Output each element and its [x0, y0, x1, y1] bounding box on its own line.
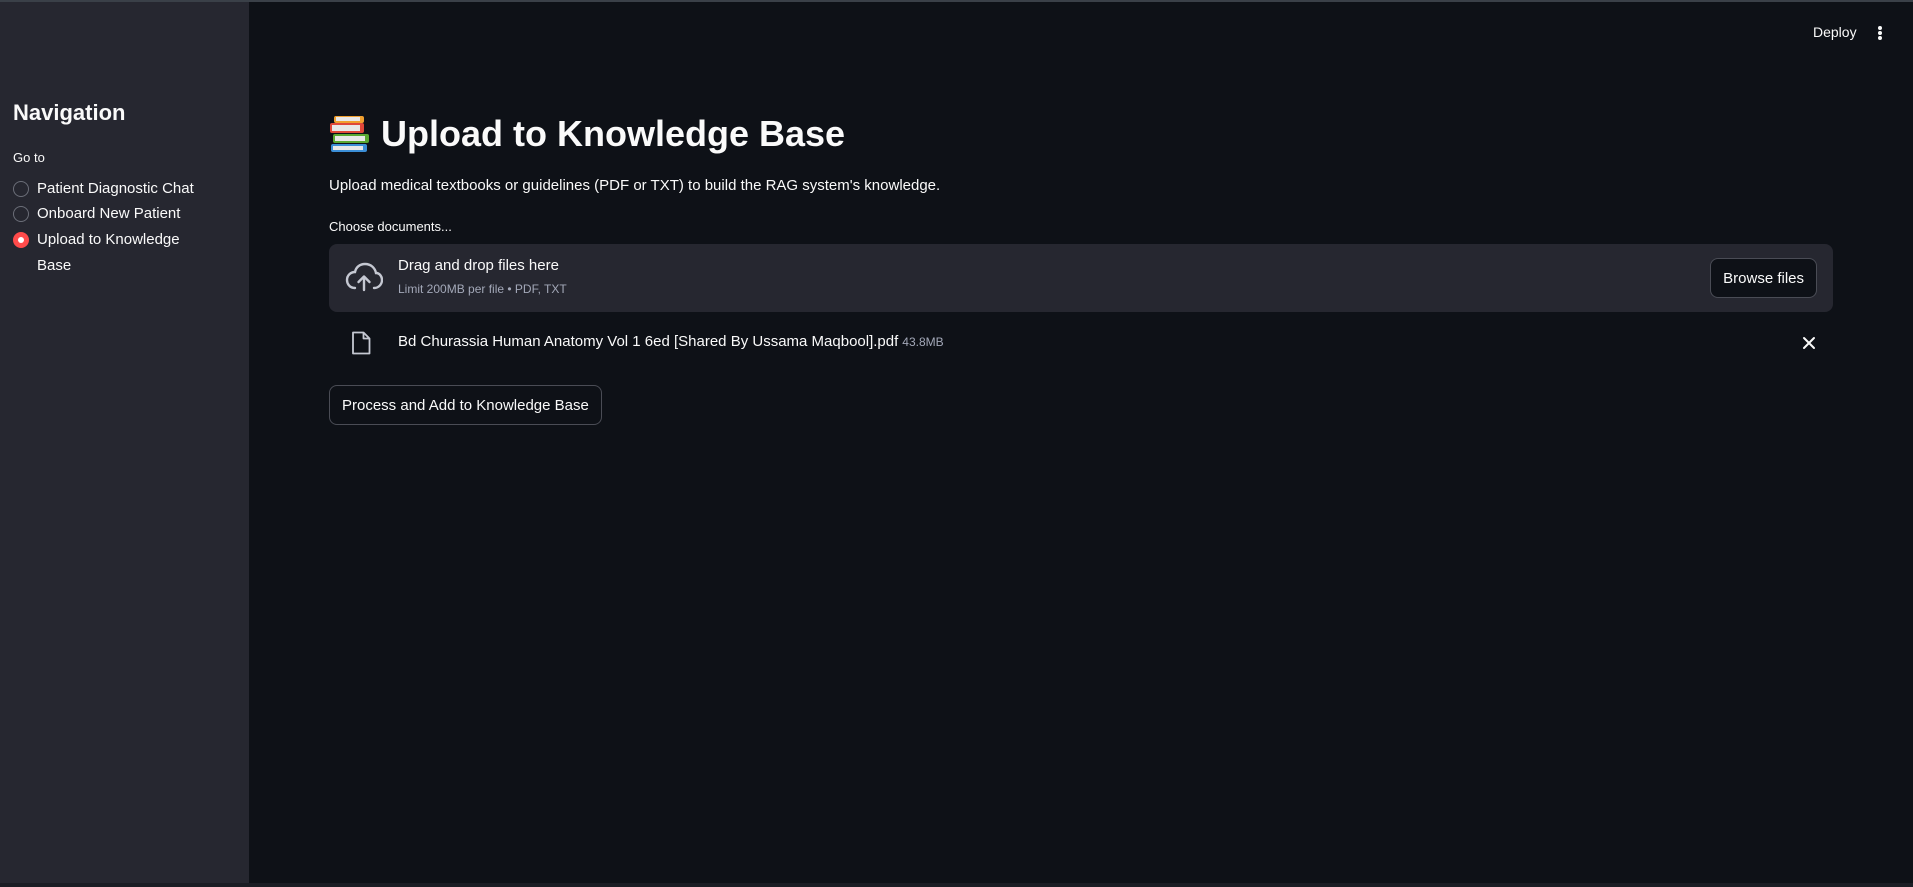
page-title-text: Upload to Knowledge Base: [381, 113, 846, 154]
sidebar-item-label: Patient Diagnostic Chat: [37, 180, 194, 197]
radio-group-label: Go to: [13, 150, 45, 165]
page-title: Upload to Knowledge Base: [329, 113, 845, 155]
cloud-upload-icon: [345, 262, 383, 292]
uploaded-file-item: Bd Churassia Human Anatomy Vol 1 6ed [Sh…: [329, 326, 1833, 362]
sidebar-item-label: Upload to Knowledge Base: [37, 231, 180, 274]
bottom-border: [0, 883, 1913, 887]
radio-button-icon[interactable]: [13, 206, 29, 222]
books-icon: [330, 116, 369, 152]
uploader-label: Choose documents...: [329, 219, 452, 234]
file-dropzone[interactable]: Drag and drop files here Limit 200MB per…: [329, 244, 1833, 312]
kebab-menu-icon[interactable]: [1872, 24, 1888, 42]
sidebar-item-onboard-new-patient[interactable]: Onboard New Patient: [13, 204, 203, 227]
deploy-button[interactable]: Deploy: [1813, 24, 1857, 40]
file-icon: [352, 331, 371, 355]
file-name-container: Bd Churassia Human Anatomy Vol 1 6ed [Sh…: [398, 333, 944, 350]
radio-button-selected-icon[interactable]: [13, 232, 29, 248]
sidebar: Navigation Go to Patient Diagnostic Chat…: [0, 2, 249, 883]
sidebar-item-upload-knowledge-base[interactable]: Upload to Knowledge Base: [13, 230, 193, 279]
sidebar-item-patient-diagnostic-chat[interactable]: Patient Diagnostic Chat: [13, 179, 203, 202]
sidebar-title: Navigation: [13, 100, 126, 125]
file-name: Bd Churassia Human Anatomy Vol 1 6ed [Sh…: [398, 333, 899, 350]
process-add-to-knowledge-base-button[interactable]: Process and Add to Knowledge Base: [329, 385, 602, 425]
file-size: 43.8MB: [902, 335, 944, 349]
dropzone-instructions: Drag and drop files here: [398, 257, 559, 274]
dropzone-limit-text: Limit 200MB per file • PDF, TXT: [398, 282, 567, 296]
browse-files-button[interactable]: Browse files: [1710, 258, 1817, 298]
sidebar-item-label: Onboard New Patient: [37, 205, 181, 222]
radio-button-icon[interactable]: [13, 181, 29, 197]
close-icon[interactable]: [1799, 333, 1819, 353]
page-description: Upload medical textbooks or guidelines (…: [329, 177, 941, 194]
top-border: [0, 0, 1913, 2]
